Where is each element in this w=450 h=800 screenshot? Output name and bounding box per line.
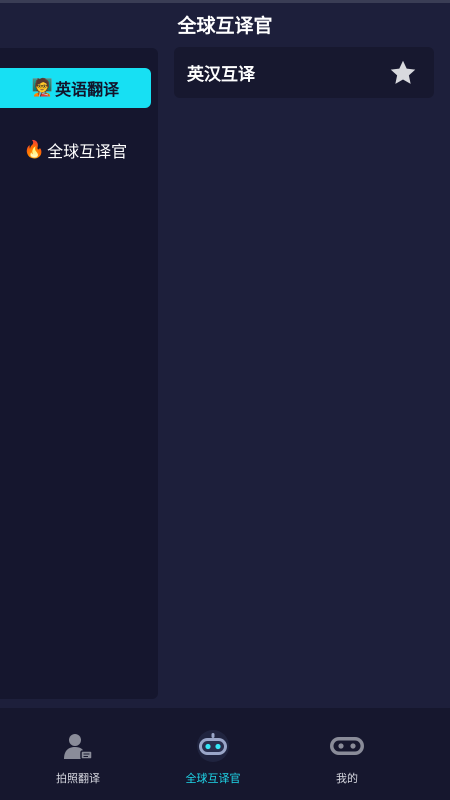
bottom-tab-bar: 拍照翻译 全球互译官 我的 — [0, 708, 450, 800]
page-title: 全球互译官 — [177, 14, 273, 37]
tab-photo-translate[interactable]: 拍照翻译 — [23, 728, 133, 792]
photo-translate-icon — [58, 728, 98, 764]
sidebar-item-label: 英语翻译 — [55, 80, 120, 99]
sidebar-item-label: 全球互译官 — [47, 142, 128, 161]
sidebar-item-global-translator[interactable]: 🔥 全球互译官 — [0, 130, 151, 170]
star-icon[interactable] — [388, 58, 418, 88]
category-sidebar: 🧑‍🏫 英语翻译 🔥 全球互译官 — [0, 48, 158, 699]
tab-label: 我的 — [336, 772, 358, 785]
translation-card-en-zh[interactable]: 英汉互译 — [174, 47, 434, 98]
tab-profile[interactable]: 我的 — [292, 728, 402, 792]
tab-label: 全球互译官 — [185, 772, 241, 785]
teacher-icon: 🧑‍🏫 — [31, 78, 54, 98]
fire-icon: 🔥 — [23, 140, 46, 160]
app-header: 全球互译官 — [0, 3, 450, 45]
tab-global-translator[interactable]: 全球互译官 — [158, 728, 268, 792]
tab-label: 拍照翻译 — [56, 772, 100, 785]
card-title: 英汉互译 — [187, 65, 255, 85]
sidebar-item-english-translation[interactable]: 🧑‍🏫 英语翻译 — [0, 68, 151, 108]
profile-icon — [327, 728, 367, 764]
robot-icon — [193, 728, 233, 764]
